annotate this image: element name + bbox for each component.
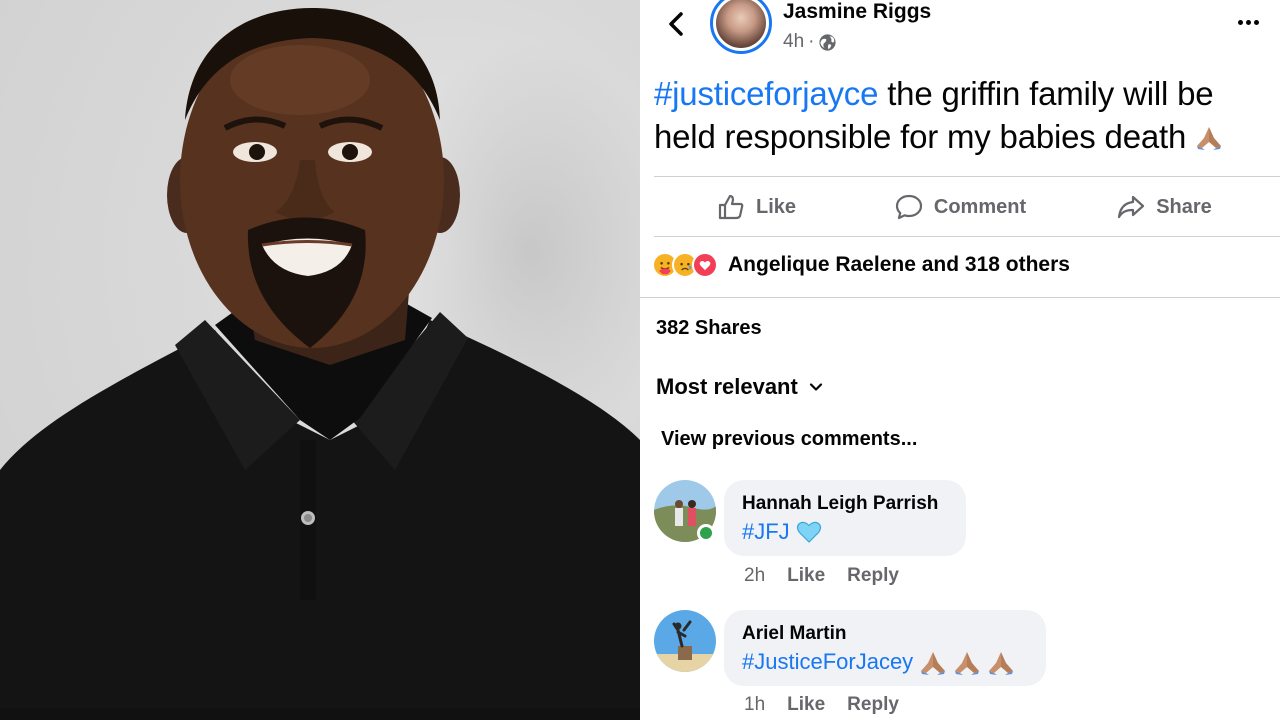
- comment-reply-button[interactable]: Reply: [847, 565, 899, 587]
- post-time[interactable]: 4h: [783, 31, 804, 53]
- share-arrow-icon: [1118, 195, 1145, 219]
- post-action-bar: Like Comment Share: [654, 178, 1266, 236]
- comment-time[interactable]: 1h: [744, 694, 765, 716]
- comment-text: #JusticeForJacey: [742, 646, 1028, 678]
- comment-actions: 1h Like Reply: [744, 694, 899, 716]
- commenter-name[interactable]: Hannah Leigh Parrish: [742, 492, 948, 516]
- facebook-post-view: Jasmine Riggs 4h · #justiceforjayce the …: [640, 0, 1280, 720]
- post-text: #justiceforjayce the griffin family will…: [654, 72, 1264, 158]
- man-portrait-illustration: [0, 8, 640, 720]
- commenter-name[interactable]: Ariel Martin: [742, 622, 1028, 646]
- online-status-indicator: [697, 524, 715, 542]
- comment-item: Hannah Leigh Parrish #JFJ 2h Like Reply: [654, 480, 1280, 590]
- comment-label: Comment: [933, 195, 1027, 218]
- share-label: Share: [1156, 195, 1212, 218]
- comment-sort-dropdown[interactable]: Most relevant: [656, 374, 824, 400]
- comment-bubble[interactable]: Hannah Leigh Parrish #JFJ: [724, 480, 966, 556]
- shares-count[interactable]: 382 Shares: [656, 317, 762, 340]
- profile-photo: [0, 0, 640, 720]
- comment-hashtag-link[interactable]: #JusticeForJacey: [742, 646, 913, 678]
- comment-actions: 2h Like Reply: [744, 565, 899, 587]
- praying-hands-icon: [921, 652, 946, 675]
- reactions-summary-text: Angelique Raelene and 318 others: [728, 253, 1070, 276]
- like-button[interactable]: Like: [654, 178, 858, 236]
- view-previous-comments-link[interactable]: View previous comments...: [661, 428, 917, 451]
- comment-reply-button[interactable]: Reply: [847, 694, 899, 716]
- comment-button[interactable]: Comment: [858, 178, 1062, 236]
- comment-time[interactable]: 2h: [744, 565, 765, 587]
- comment-hashtag-link[interactable]: #JFJ: [742, 516, 790, 548]
- comment-like-button[interactable]: Like: [787, 565, 825, 587]
- chevron-left-icon: [669, 12, 683, 36]
- divider: [654, 176, 1280, 177]
- thumbs-up-icon: [718, 194, 744, 220]
- comment-text: #JFJ: [742, 516, 948, 548]
- author-name[interactable]: Jasmine Riggs: [783, 0, 931, 24]
- share-button[interactable]: Share: [1062, 178, 1266, 236]
- back-button[interactable]: [662, 6, 690, 42]
- divider: [654, 236, 1280, 237]
- globe-icon: [819, 33, 837, 51]
- love-reaction-icon: [692, 252, 718, 278]
- author-avatar[interactable]: [710, 0, 772, 54]
- comment-bubble[interactable]: Ariel Martin #JusticeForJacey: [724, 610, 1046, 686]
- sort-label: Most relevant: [656, 374, 798, 399]
- divider: [640, 297, 1280, 298]
- reaction-icons: [652, 252, 718, 278]
- post-hashtag-link[interactable]: #justiceforjayce: [654, 75, 878, 112]
- praying-hands-icon: [1197, 127, 1222, 150]
- comment-bubble-icon: [895, 194, 922, 220]
- post-meta: 4h ·: [783, 31, 837, 53]
- chevron-down-icon: [809, 383, 822, 391]
- reactions-summary[interactable]: Angelique Raelene and 318 others: [652, 252, 1070, 278]
- praying-hands-icon: [955, 652, 980, 675]
- praying-hands-icon: [989, 652, 1014, 675]
- more-options-button[interactable]: [1230, 8, 1266, 36]
- commenter-avatar[interactable]: [654, 610, 716, 672]
- like-label: Like: [755, 195, 797, 218]
- meta-separator: ·: [808, 31, 815, 52]
- comment-item: Ariel Martin #JusticeForJacey 1h Like Re…: [654, 610, 1280, 720]
- comment-like-button[interactable]: Like: [787, 694, 825, 716]
- photo-bottom-edge: [0, 708, 640, 720]
- light-blue-heart-icon: [796, 521, 821, 543]
